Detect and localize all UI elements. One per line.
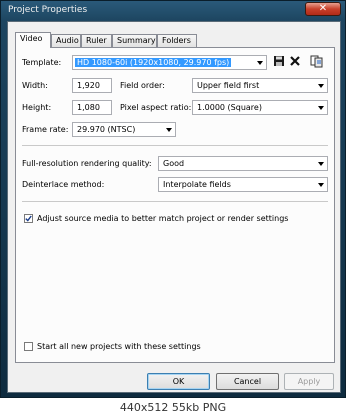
- deinterlace-value: Interpolate fields: [163, 180, 231, 189]
- template-value: HD 1080-60i (1920x1080, 29.970 fps): [75, 58, 232, 67]
- ok-button[interactable]: OK: [147, 373, 210, 390]
- match-media-icon: [310, 55, 323, 68]
- height-field[interactable]: 1,080: [72, 100, 112, 115]
- frame-rate-dropdown[interactable]: 29.970 (NTSC): [72, 122, 176, 137]
- deinterlace-dropdown[interactable]: Interpolate fields: [158, 177, 328, 192]
- close-icon: ✕: [318, 3, 328, 14]
- template-dropdown[interactable]: HD 1080-60i (1920x1080, 29.970 fps): [72, 55, 267, 70]
- chevron-down-icon: [318, 84, 324, 88]
- field-order-dropdown[interactable]: Upper field first: [192, 78, 328, 93]
- chevron-down-icon: [166, 128, 172, 132]
- apply-button[interactable]: Apply: [284, 373, 334, 390]
- render-quality-value: Good: [163, 159, 185, 168]
- divider: [22, 201, 328, 202]
- render-quality-dropdown[interactable]: Good: [158, 156, 328, 171]
- pixel-aspect-value: 1.0000 (Square): [197, 103, 262, 112]
- tab-video[interactable]: Video: [15, 32, 51, 48]
- pixel-aspect-label: Pixel aspect ratio:: [120, 103, 192, 112]
- frame-rate-value: 29.970 (NTSC): [77, 125, 136, 134]
- width-field[interactable]: 1,920: [72, 78, 112, 93]
- title-bar[interactable]: Project Properties ✕: [1, 1, 345, 21]
- delete-template-button[interactable]: [288, 55, 302, 69]
- video-tab-panel: Template: HD 1080-60i (1920x1080, 29.970…: [15, 47, 335, 363]
- template-label: Template:: [22, 58, 62, 67]
- chevron-down-icon: [318, 183, 324, 187]
- width-label: Width:: [22, 81, 48, 90]
- close-button[interactable]: ✕: [305, 2, 341, 16]
- chevron-down-icon: [318, 106, 324, 110]
- tab-audio[interactable]: Audio: [51, 34, 81, 47]
- chevron-down-icon: [318, 162, 324, 166]
- divider: [22, 145, 328, 146]
- dialog-client: Video Audio Ruler Summary Folders Templa…: [7, 21, 341, 393]
- match-media-button[interactable]: [310, 54, 324, 68]
- chevron-down-icon: [257, 61, 263, 65]
- pixel-aspect-dropdown[interactable]: 1.0000 (Square): [192, 100, 328, 115]
- checkmark-icon: [25, 215, 32, 222]
- save-template-button[interactable]: [272, 55, 286, 69]
- start-all-label: Start all new projects with these settin…: [37, 342, 201, 351]
- render-quality-label: Full-resolution rendering quality:: [22, 159, 152, 168]
- delete-icon: [290, 56, 300, 66]
- adjust-source-label: Adjust source media to better match proj…: [37, 214, 289, 223]
- deinterlace-label: Deinterlace method:: [22, 180, 105, 189]
- window-title: Project Properties: [8, 5, 88, 15]
- height-label: Height:: [22, 103, 52, 112]
- cancel-button[interactable]: Cancel: [216, 373, 279, 390]
- tab-ruler[interactable]: Ruler: [81, 34, 112, 47]
- tab-summary[interactable]: Summary: [112, 34, 157, 47]
- adjust-source-checkbox[interactable]: [24, 214, 33, 223]
- start-all-checkbox[interactable]: [24, 342, 33, 351]
- save-icon: [274, 56, 284, 66]
- project-properties-window: Project Properties ✕ Video Audio Ruler S…: [0, 0, 346, 398]
- frame-rate-label: Frame rate:: [22, 125, 69, 134]
- field-order-label: Field order:: [120, 81, 165, 90]
- field-order-value: Upper field first: [197, 81, 260, 90]
- image-caption: 440x512 55kb PNG: [0, 398, 346, 417]
- tab-folders[interactable]: Folders: [157, 34, 197, 47]
